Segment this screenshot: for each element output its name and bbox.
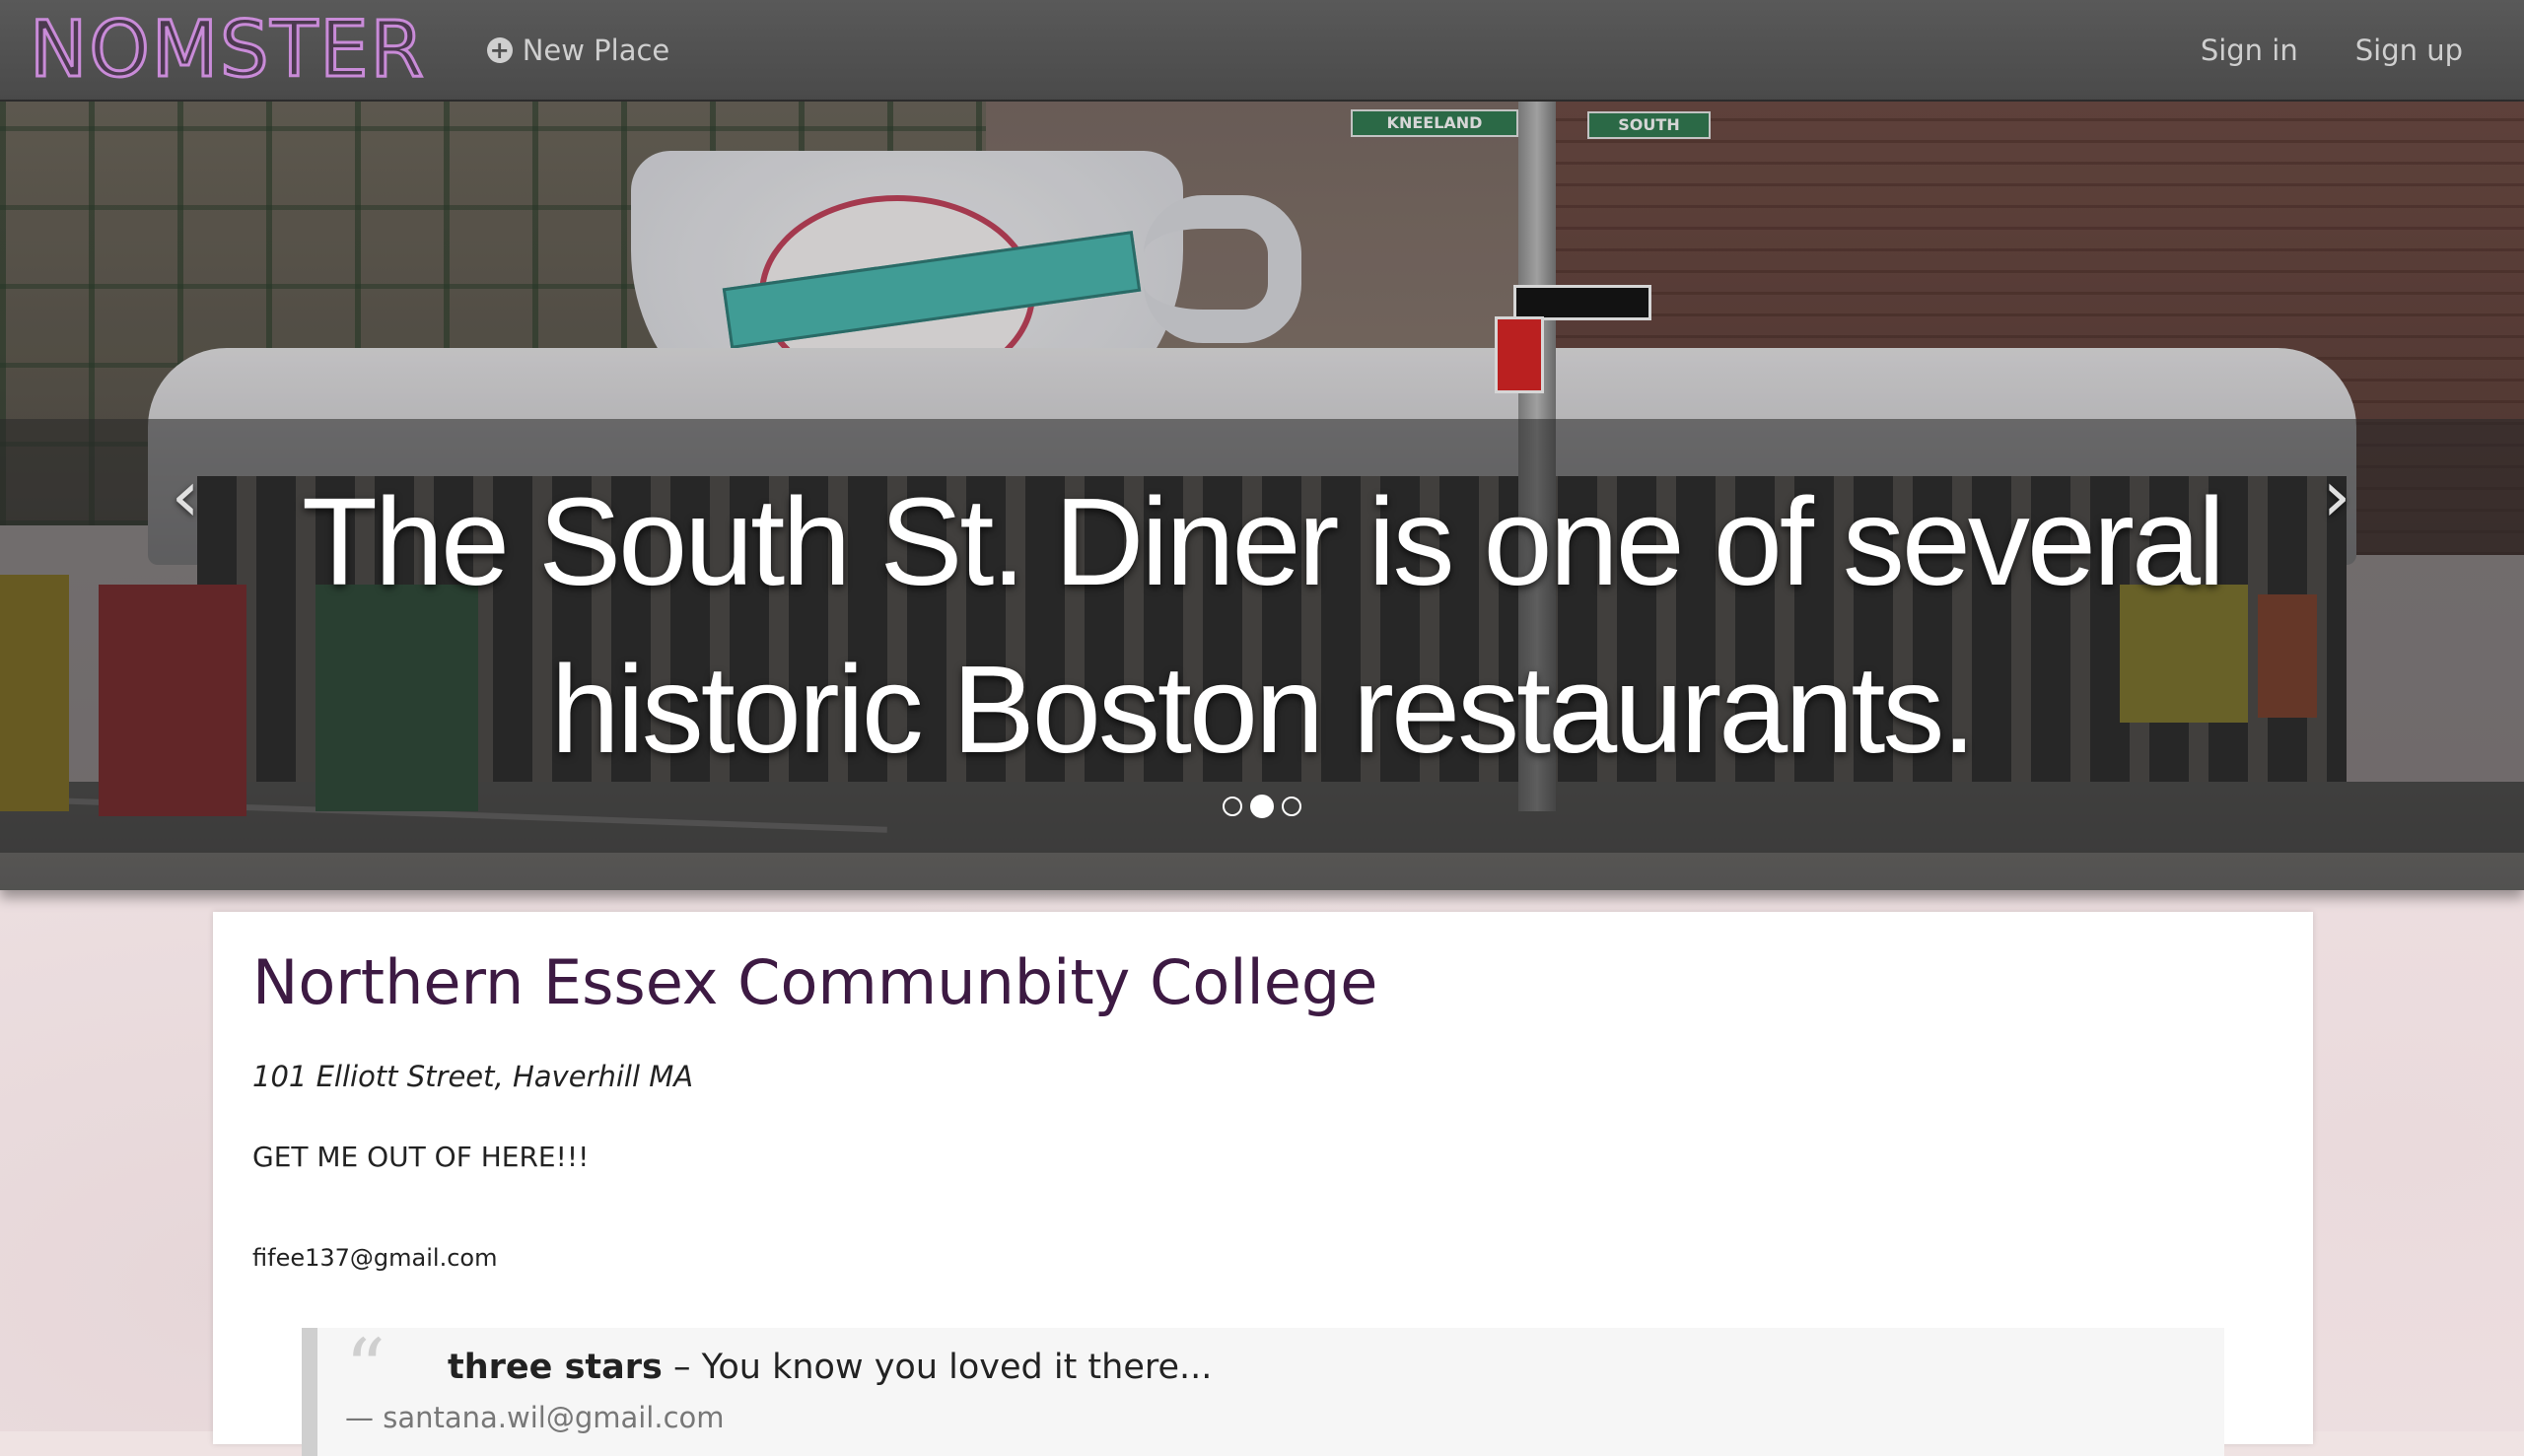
review-separator: – <box>662 1348 702 1387</box>
carousel-indicator-2[interactable] <box>1250 795 1274 818</box>
sign-in-link[interactable]: Sign in <box>2201 34 2298 67</box>
carousel-indicator-3[interactable] <box>1282 797 1301 816</box>
owner-email: fifee137@gmail.com <box>252 1244 498 1272</box>
brand-logo[interactable]: NOMSTER <box>29 10 426 90</box>
carousel-prev-icon[interactable]: ‹ <box>156 451 215 540</box>
review-text: three stars – You know you loved it ther… <box>448 1348 1212 1387</box>
place-address: 101 Elliott Street, Haverhill MA <box>252 1060 694 1093</box>
review-author: — santana.wil@gmail.com <box>345 1401 725 1434</box>
carousel-caption: The South St. Diner is one of several hi… <box>301 472 2225 779</box>
review-rating: three stars <box>448 1348 663 1387</box>
review-comment: You know you loved it there... <box>701 1348 1213 1387</box>
navbar: NOMSTER + New Place Sign in Sign up <box>0 0 2524 102</box>
new-place-label: New Place <box>522 33 670 67</box>
place-title: Northern Essex Communbity College <box>252 946 1378 1018</box>
plus-circle-icon: + <box>486 36 513 63</box>
sign-up-link[interactable]: Sign up <box>2355 34 2463 67</box>
review-blockquote: “ three stars – You know you loved it th… <box>302 1322 2224 1456</box>
carousel-indicators <box>0 795 2524 818</box>
place-card: Northern Essex Communbity College 101 El… <box>213 912 2313 1456</box>
carousel-indicator-1[interactable] <box>1223 797 1242 816</box>
new-place-link[interactable]: + New Place <box>486 33 670 67</box>
hero-carousel: KNEELAND SOUTH The South St. Diner is on… <box>0 102 2524 890</box>
place-description: GET ME OUT OF HERE!!! <box>252 1141 590 1173</box>
nav-auth-links: Sign in Sign up <box>2143 34 2463 67</box>
carousel-next-icon[interactable]: › <box>2307 451 2366 540</box>
